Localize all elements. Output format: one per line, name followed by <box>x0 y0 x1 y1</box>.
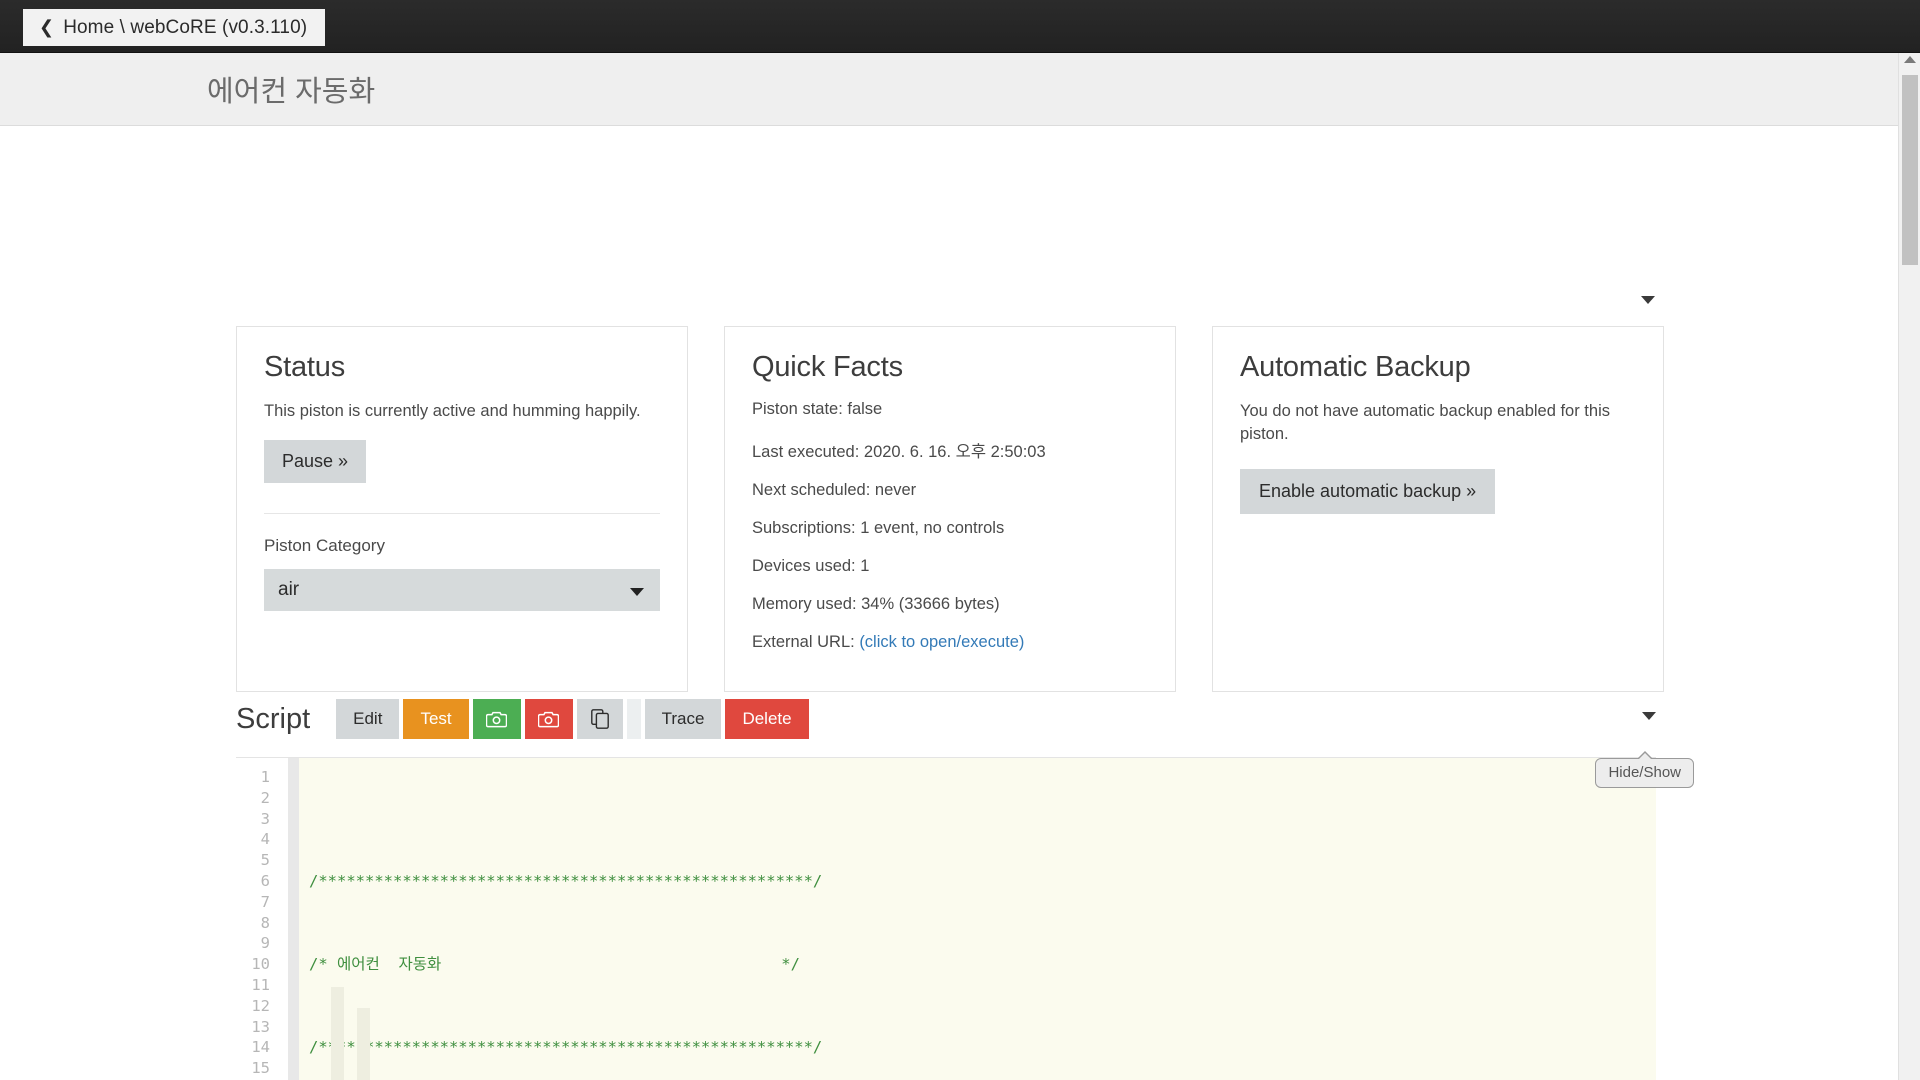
page-scrollbar[interactable] <box>1898 53 1920 1080</box>
fact-subscriptions: Subscriptions: 1 event, no controls <box>752 519 1005 537</box>
line-number: 12 <box>251 996 270 1015</box>
status-card: Status This piston is currently active a… <box>236 326 688 692</box>
line-number: 14 <box>251 1038 270 1057</box>
automatic-backup-description: You do not have automatic backup enabled… <box>1240 402 1610 444</box>
gutter-strip <box>288 758 299 1080</box>
edit-button[interactable]: Edit <box>336 699 400 739</box>
snapshot-save-button[interactable] <box>472 699 521 739</box>
test-button[interactable]: Test <box>403 699 469 739</box>
camera-icon <box>538 711 560 727</box>
line-number: 8 <box>260 913 270 932</box>
line-number: 6 <box>260 871 270 890</box>
line-number: 15 <box>251 1059 270 1078</box>
enable-automatic-backup-button[interactable]: Enable automatic backup » <box>1240 468 1496 514</box>
code-line: /***************************************… <box>309 871 823 890</box>
breakpoint-gutter[interactable]: ⚡ <box>274 758 288 1080</box>
info-cards-row: Status This piston is currently active a… <box>236 326 1664 692</box>
piston-category-select[interactable]: air <box>264 569 660 612</box>
code-line: /* 에어컨 자동화 */ <box>309 955 800 974</box>
camera-icon <box>486 711 508 727</box>
indent-guide <box>357 1008 370 1080</box>
fact-last-executed: Last executed: 2020. 6. 16. 오후 2:50:03 <box>752 443 1046 461</box>
breadcrumb-label: Home \ webCoRE (v0.3.110) <box>63 16 308 38</box>
piston-category-value: air <box>278 579 300 601</box>
script-collapse-toggle[interactable] <box>1642 712 1656 720</box>
line-number-gutter: 1 2 3 4 5 6 7 8 9 10 11 12 13 14 15 16 1… <box>236 758 274 1080</box>
delete-button[interactable]: Delete <box>725 699 809 739</box>
snapshot-restore-button[interactable] <box>524 699 573 739</box>
chevron-down-icon <box>630 588 644 597</box>
pause-button[interactable]: Pause » <box>264 440 367 484</box>
indent-guide <box>331 987 344 1080</box>
line-number: 1 <box>260 768 270 786</box>
scroll-up-arrow-icon[interactable] <box>1904 56 1916 63</box>
script-toolbar: Edit Test Trace Delete <box>336 699 809 739</box>
page-title-band: 에어컨 자동화 <box>0 53 1920 126</box>
automatic-backup-heading: Automatic Backup <box>1240 351 1471 383</box>
copy-icon <box>590 709 609 729</box>
script-section: Script Edit Test Trace Delete Hide/Show … <box>236 696 1694 1080</box>
trace-button[interactable]: Trace <box>644 699 722 739</box>
code-text-area[interactable]: /***************************************… <box>299 758 1656 1080</box>
chevron-down-icon <box>1642 712 1656 720</box>
copy-button[interactable] <box>576 699 623 739</box>
chevron-left-icon: ❮ <box>39 16 55 37</box>
code-editor[interactable]: 1 2 3 4 5 6 7 8 9 10 11 12 13 14 15 16 1… <box>236 757 1656 1080</box>
chevron-down-icon <box>1641 296 1655 304</box>
fact-memory-used: Memory used: 34% (33666 bytes) <box>752 595 1000 613</box>
status-card-description: This piston is currently active and humm… <box>264 402 641 420</box>
line-number: 5 <box>260 851 270 870</box>
overview-collapse-toggle[interactable] <box>1641 296 1655 304</box>
script-heading: Script <box>236 702 311 735</box>
quick-facts-card: Quick Facts Piston state: false Last exe… <box>724 326 1176 692</box>
automatic-backup-card: Automatic Backup You do not have automat… <box>1212 326 1664 692</box>
top-navigation-bar: ❮ Home \ webCoRE (v0.3.110) <box>0 0 1920 53</box>
scrollbar-thumb[interactable] <box>1902 75 1918 265</box>
toolbar-spacer <box>626 699 641 739</box>
line-number: 4 <box>260 830 270 849</box>
code-line: /***************************************… <box>309 1038 823 1057</box>
fact-external-url: External URL: (click to open/execute) <box>752 633 1148 652</box>
line-number: 3 <box>260 809 270 828</box>
fact-next-scheduled: Next scheduled: never <box>752 481 917 499</box>
line-number: 11 <box>251 975 270 994</box>
script-toolbar-row: Script Edit Test Trace Delete Hide/Show <box>236 696 1694 788</box>
line-number: 7 <box>260 892 270 911</box>
external-url-label: External URL: <box>752 633 855 651</box>
external-url-link[interactable]: (click to open/execute) <box>859 633 1024 651</box>
line-number: 2 <box>260 788 270 807</box>
status-card-heading: Status <box>264 351 346 383</box>
piston-category-label: Piston Category <box>264 536 385 556</box>
line-number: 10 <box>251 955 270 974</box>
quick-facts-heading: Quick Facts <box>752 351 903 383</box>
status-card-divider <box>264 513 660 515</box>
line-number: 13 <box>251 1017 270 1036</box>
page-title: 에어컨 자동화 <box>207 76 376 108</box>
fact-piston-state: Piston state: false <box>752 400 883 418</box>
line-number: 9 <box>260 934 270 953</box>
breadcrumb-home-link[interactable]: ❮ Home \ webCoRE (v0.3.110) <box>23 9 326 46</box>
fact-devices-used: Devices used: 1 <box>752 557 870 575</box>
